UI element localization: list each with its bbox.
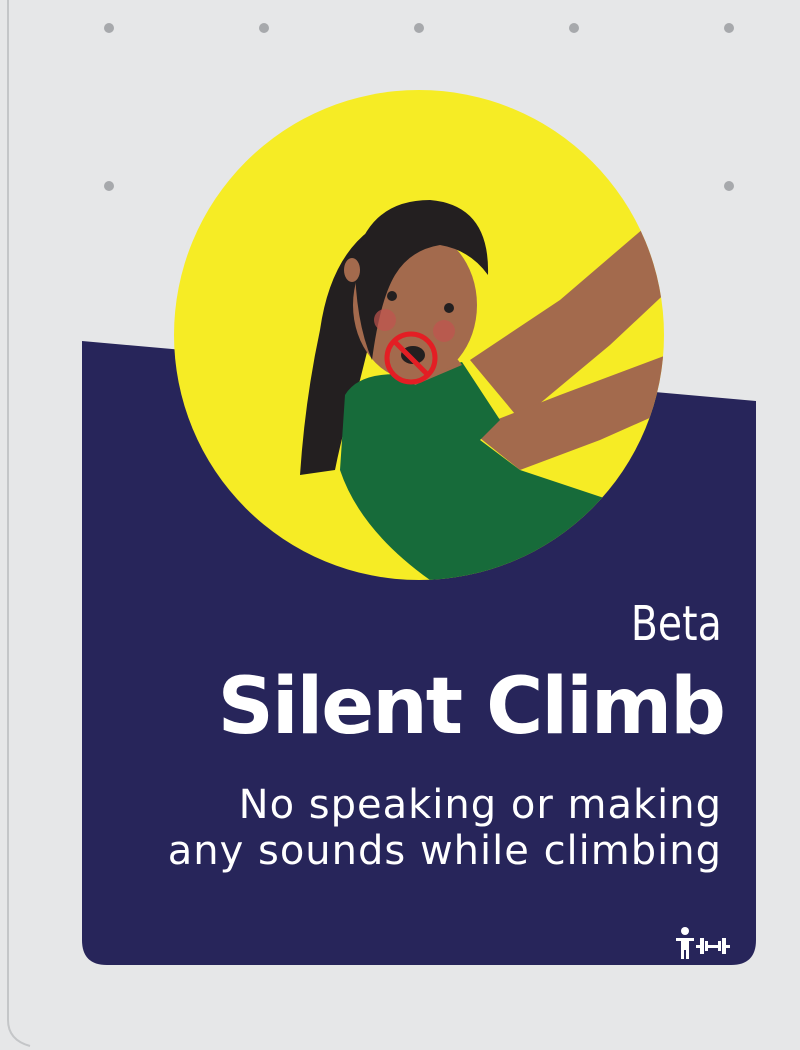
card-edge (7, 0, 31, 1047)
card-title: Silent Climb (217, 662, 726, 752)
card: Beta Silent Climb No speaking or making … (0, 0, 800, 1050)
description-line-2: any sounds while climbing (167, 828, 722, 874)
card-description: No speaking or making any sounds while c… (82, 782, 722, 874)
child-and-weight-icon (676, 927, 730, 959)
card-artwork (7, 0, 756, 1047)
difficulty-level: Beta (631, 596, 722, 652)
description-line-1: No speaking or making (238, 782, 722, 828)
